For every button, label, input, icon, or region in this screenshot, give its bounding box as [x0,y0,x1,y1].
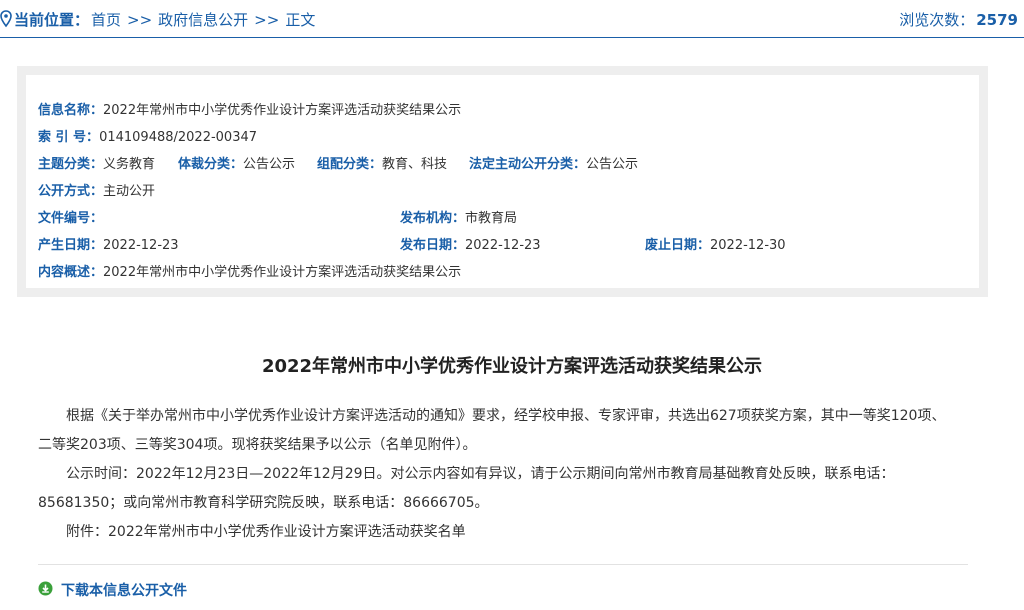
breadcrumb-current: 正文 [285,11,316,29]
genre-class: 体裁分类：公告公示 [178,153,295,172]
breadcrumb-separator: >> [127,11,153,29]
created-date-value: 2022-12-23 [103,238,179,253]
location-pin-icon [0,10,12,28]
top-bar: 当前位置： 首页 >> 政府信息公开 >> 正文 浏览次数： 2579 [0,0,1024,38]
legal-class-label: 法定主动公开分类： [469,157,587,172]
info-name-value: 2022年常州市中小学优秀作业设计方案评选活动获奖结果公示 [103,103,462,118]
created-date: 产生日期：2022-12-23 [38,234,179,253]
divider [38,564,968,565]
open-mode-value: 主动公开 [103,184,156,199]
info-metadata-panel: 信息名称：2022年常州市中小学优秀作业设计方案评选活动获奖结果公示 索 引 号… [17,66,988,297]
download-circle-icon [38,581,53,596]
meta-row-summary: 内容概述：2022年常州市中小学优秀作业设计方案评选活动获奖结果公示 [38,261,461,281]
expiry-date-value: 2022-12-30 [710,238,786,253]
org-class-value: 教育、科技 [382,157,448,172]
created-date-label: 产生日期： [38,238,104,253]
info-name-label: 信息名称： [38,103,104,118]
legal-class-value: 公告公示 [586,157,639,172]
publisher: 发布机构：市教育局 [400,207,517,226]
expiry-date-label: 废止日期： [645,238,711,253]
summary-value: 2022年常州市中小学优秀作业设计方案评选活动获奖结果公示 [103,265,462,280]
view-count-label: 浏览次数： [899,11,975,29]
breadcrumb-gov-info[interactable]: 政府信息公开 [158,11,248,29]
index-no-label: 索 引 号： [38,130,100,145]
topic-class-value: 义务教育 [103,157,156,172]
open-mode-label: 公开方式： [38,184,104,199]
genre-class-value: 公告公示 [243,157,296,172]
article-title: 2022年常州市中小学优秀作业设计方案评选活动获奖结果公示 [261,356,763,377]
published-date-label: 发布日期： [400,238,466,253]
index-no-value: 014109488/2022-00347 [99,130,258,145]
info-metadata-table: 信息名称：2022年常州市中小学优秀作业设计方案评选活动获奖结果公示 索 引 号… [26,75,979,288]
meta-row-classes: 主题分类：义务教育 体裁分类：公告公示 组配分类：教育、科技 法定主动公开分类：… [38,153,958,173]
article-paragraph: 根据《关于举办常州市中小学优秀作业设计方案评选活动的通知》要求，经学校申报、专家… [38,408,946,453]
published-date-value: 2022-12-23 [465,238,541,253]
org-class-label: 组配分类： [317,157,383,172]
published-date: 发布日期：2022-12-23 [400,234,541,253]
breadcrumb-home[interactable]: 首页 [91,11,121,29]
view-count-value: 2579 [976,11,1018,29]
meta-row-index-no: 索 引 号：014109488/2022-00347 [38,126,257,146]
doc-no: 文件编号： [38,207,103,226]
genre-class-label: 体裁分类： [178,157,244,172]
breadcrumb: 首页 >> 政府信息公开 >> 正文 [91,9,315,30]
meta-row-info-name: 信息名称：2022年常州市中小学优秀作业设计方案评选活动获奖结果公示 [38,99,461,119]
breadcrumb-separator: >> [254,11,280,29]
doc-no-label: 文件编号： [38,211,104,226]
meta-row-open-mode: 公开方式：主动公开 [38,180,155,200]
meta-row-doc: 文件编号： 发布机构：市教育局 [38,207,958,227]
topic-class-label: 主题分类： [38,157,104,172]
location-label: 当前位置： [14,11,90,29]
summary-label: 内容概述： [38,265,104,280]
legal-class: 法定主动公开分类：公告公示 [469,153,638,172]
expiry-date: 废止日期：2022-12-30 [645,234,786,253]
download-link-text[interactable]: 下载本信息公开文件 [61,580,187,600]
attachment-paragraph[interactable]: 附件：2022年常州市中小学优秀作业设计方案评选活动获奖名单 [38,518,952,547]
publisher-label: 发布机构： [400,211,466,226]
org-class: 组配分类：教育、科技 [317,153,447,172]
publisher-value: 市教育局 [465,211,518,226]
article-paragraph: 公示时间：2022年12月23日—2022年12月29日。对公示内容如有异议，请… [38,466,895,511]
topic-class: 主题分类：义务教育 [38,153,155,172]
meta-row-dates: 产生日期：2022-12-23 发布日期：2022-12-23 废止日期：202… [38,234,958,254]
view-counter: 浏览次数： 2579 [899,9,1018,30]
